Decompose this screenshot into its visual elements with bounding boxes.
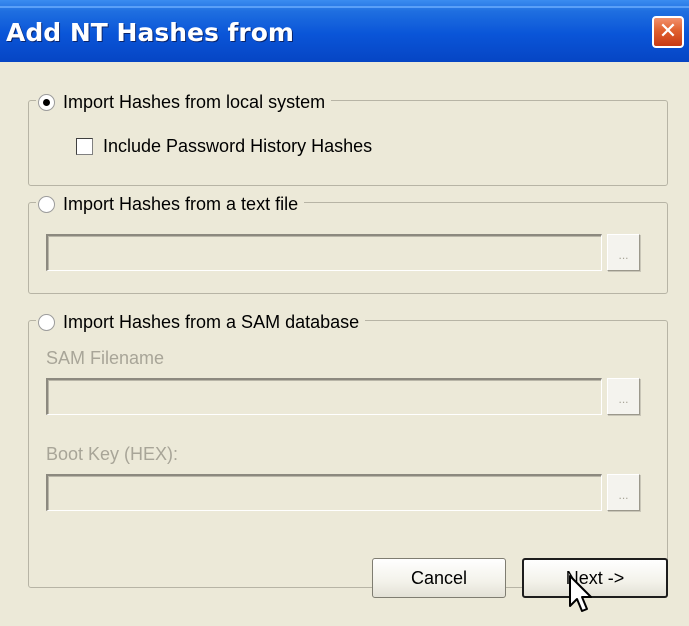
title-bar-highlight xyxy=(0,6,689,8)
cancel-button[interactable]: Cancel xyxy=(372,558,506,598)
sam-database-label: Import Hashes from a SAM database xyxy=(63,311,360,332)
text-file-browse-button[interactable]: ... xyxy=(607,234,640,271)
dialog-body: Import Hashes from local system Include … xyxy=(0,62,689,626)
sam-filename-field[interactable] xyxy=(46,378,602,415)
close-icon: ✕ xyxy=(658,19,678,44)
next-button[interactable]: Next -> xyxy=(522,558,668,598)
text-file-option[interactable]: Import Hashes from a text file xyxy=(36,192,305,216)
text-file-path-field[interactable] xyxy=(46,234,602,271)
window-title: Add NT Hashes from xyxy=(6,18,294,47)
sam-database-option[interactable]: Import Hashes from a SAM database xyxy=(36,310,366,334)
browse-ellipsis: ... xyxy=(618,488,629,502)
include-history-option[interactable]: Include Password History Hashes xyxy=(76,134,372,158)
title-bar[interactable]: Add NT Hashes from ✕ xyxy=(0,0,689,62)
close-button[interactable]: ✕ xyxy=(652,16,684,48)
text-file-radio[interactable] xyxy=(38,195,55,213)
sam-database-radio[interactable] xyxy=(38,313,55,331)
cancel-button-label: Cancel xyxy=(410,567,468,588)
boot-key-field[interactable] xyxy=(46,474,602,511)
boot-key-label: Boot Key (HEX): xyxy=(46,444,179,464)
sam-filename-label: SAM Filename xyxy=(46,348,165,368)
boot-key-browse-button[interactable]: ... xyxy=(607,474,640,511)
local-system-option[interactable]: Import Hashes from local system xyxy=(36,90,332,114)
local-system-label: Import Hashes from local system xyxy=(63,91,326,112)
text-file-label: Import Hashes from a text file xyxy=(63,193,299,214)
include-history-checkbox[interactable] xyxy=(76,137,93,155)
arrow-cursor-icon xyxy=(569,575,592,612)
browse-ellipsis: ... xyxy=(618,392,629,406)
browse-ellipsis: ... xyxy=(618,248,629,262)
local-system-radio[interactable] xyxy=(38,93,55,111)
sam-filename-browse-button[interactable]: ... xyxy=(607,378,640,415)
include-history-label: Include Password History Hashes xyxy=(103,135,373,156)
